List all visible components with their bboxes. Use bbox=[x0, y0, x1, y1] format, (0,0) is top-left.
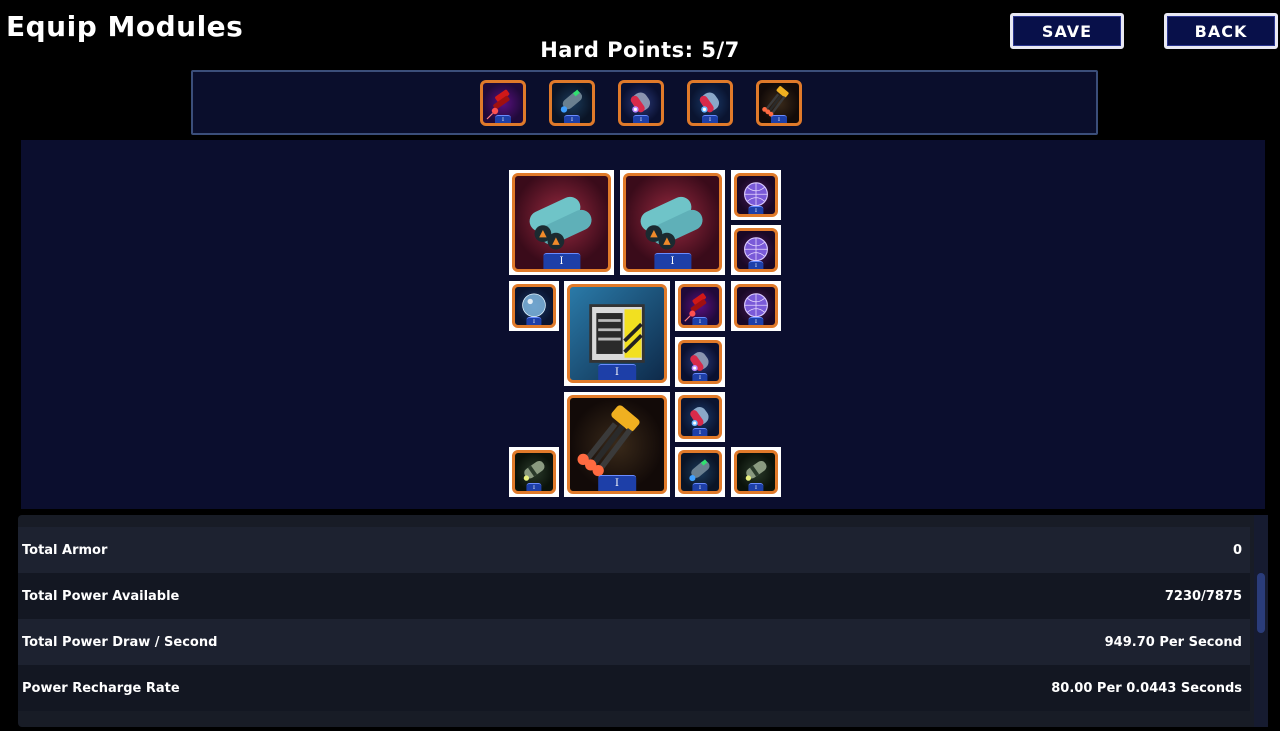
stat-row-power-draw: Total Power Draw / Second 949.70 Per Sec… bbox=[18, 619, 1250, 665]
level-badge: I bbox=[748, 206, 764, 214]
hard-point-slot[interactable]: I bbox=[615, 77, 667, 129]
level-badge: I bbox=[748, 261, 764, 269]
green-plasma-cannon-icon: I bbox=[678, 450, 722, 494]
stat-value: 949.70 Per Second bbox=[1104, 634, 1242, 650]
module-slot[interactable]: I bbox=[675, 337, 725, 387]
level-badge: I bbox=[692, 428, 708, 436]
stat-row-armor: Total Armor 0 bbox=[18, 527, 1250, 573]
level-badge: I bbox=[692, 317, 708, 325]
save-button[interactable]: SAVE bbox=[1010, 13, 1124, 49]
stat-label: Total Power Draw / Second bbox=[22, 634, 218, 650]
level-badge: I bbox=[542, 253, 581, 269]
module-slot[interactable]: I bbox=[675, 281, 725, 331]
level-badge: I bbox=[564, 115, 580, 123]
stat-label: Total Armor bbox=[22, 542, 108, 558]
module-slot[interactable]: I bbox=[675, 447, 725, 497]
stat-value: 0 bbox=[1232, 542, 1242, 558]
module-slot[interactable]: I bbox=[731, 225, 781, 275]
back-button[interactable]: BACK bbox=[1164, 13, 1278, 49]
red-laser-weapon-icon: I bbox=[480, 80, 526, 126]
shield-sphere-icon: I bbox=[734, 228, 778, 272]
gold-gatling-gun-icon: I bbox=[567, 395, 667, 494]
hard-point-slot[interactable]: I bbox=[546, 77, 598, 129]
hard-point-slot[interactable]: I bbox=[477, 77, 529, 129]
green-plasma-cannon-icon: I bbox=[549, 80, 595, 126]
blue-missile-pod-icon: I bbox=[678, 395, 722, 439]
level-badge: I bbox=[598, 364, 636, 380]
power-core-icon: I bbox=[567, 284, 667, 383]
module-slot[interactable]: I bbox=[564, 281, 670, 386]
energy-cell-icon: I bbox=[512, 450, 556, 494]
level-badge: I bbox=[771, 115, 787, 123]
gold-gatling-gun-icon: I bbox=[756, 80, 802, 126]
level-badge: I bbox=[633, 115, 649, 123]
stat-row-power-available: Total Power Available 7230/7875 bbox=[18, 573, 1250, 619]
stat-value: 80.00 Per 0.0443 Seconds bbox=[1051, 680, 1242, 696]
energy-cell-icon: I bbox=[734, 450, 778, 494]
hard-points-bar: I I I I I bbox=[191, 70, 1098, 135]
module-slot[interactable]: I bbox=[731, 170, 781, 220]
level-badge: I bbox=[748, 483, 764, 491]
stat-label: Total Power Available bbox=[22, 588, 180, 604]
hard-point-slot[interactable]: I bbox=[684, 77, 736, 129]
bubble-shield-icon: I bbox=[512, 284, 556, 328]
level-badge: I bbox=[692, 373, 708, 381]
twin-thruster-icon: I bbox=[623, 173, 722, 272]
module-slot[interactable]: I bbox=[564, 392, 670, 497]
level-badge: I bbox=[653, 253, 692, 269]
level-badge: I bbox=[526, 317, 542, 325]
level-badge: I bbox=[748, 317, 764, 325]
scrollbar-thumb[interactable] bbox=[1257, 573, 1265, 633]
purple-missile-pod-icon: I bbox=[678, 340, 722, 384]
stat-row-recharge: Power Recharge Rate 80.00 Per 0.0443 Sec… bbox=[18, 665, 1250, 711]
module-slot[interactable]: I bbox=[509, 170, 614, 275]
purple-missile-pod-icon: I bbox=[618, 80, 664, 126]
module-slot[interactable]: I bbox=[509, 447, 559, 497]
stats-panel: Total Armor 0 Total Power Available 7230… bbox=[18, 515, 1268, 727]
stat-value: 7230/7875 bbox=[1164, 588, 1242, 604]
level-badge: I bbox=[526, 483, 542, 491]
module-slot[interactable]: I bbox=[731, 281, 781, 331]
twin-thruster-icon: I bbox=[512, 173, 611, 272]
shield-sphere-icon: I bbox=[734, 173, 778, 217]
shield-sphere-icon: I bbox=[734, 284, 778, 328]
level-badge: I bbox=[598, 475, 636, 491]
level-badge: I bbox=[702, 115, 718, 123]
module-slot[interactable]: I bbox=[620, 170, 725, 275]
stat-label: Power Recharge Rate bbox=[22, 680, 180, 696]
module-slot[interactable]: I bbox=[675, 392, 725, 442]
level-badge: I bbox=[495, 115, 511, 123]
red-laser-weapon-icon: I bbox=[678, 284, 722, 328]
module-slot[interactable]: I bbox=[509, 281, 559, 331]
level-badge: I bbox=[692, 483, 708, 491]
module-slot[interactable]: I bbox=[731, 447, 781, 497]
ship-grid-panel: I I I I I I I I I I I I I I bbox=[21, 140, 1265, 509]
stats-scrollbar[interactable] bbox=[1254, 515, 1268, 727]
hard-point-slot[interactable]: I bbox=[753, 77, 805, 129]
blue-missile-pod-icon: I bbox=[687, 80, 733, 126]
